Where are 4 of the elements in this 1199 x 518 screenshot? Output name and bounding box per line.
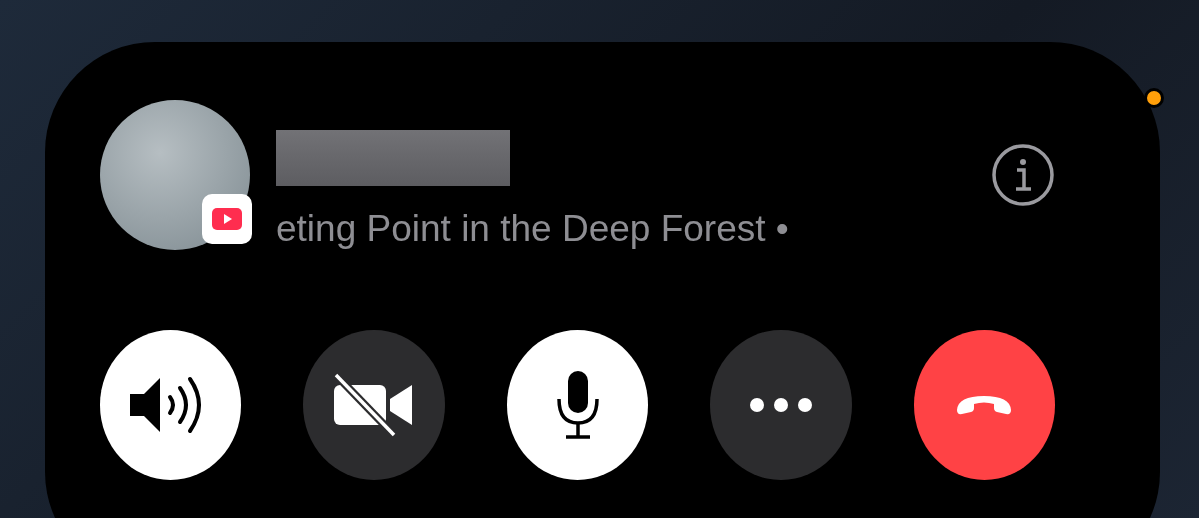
call-subtitle: eting Point in the Deep Forest • <box>276 208 789 250</box>
info-icon[interactable] <box>991 143 1055 207</box>
play-icon <box>212 208 242 230</box>
more-icon <box>748 397 813 413</box>
